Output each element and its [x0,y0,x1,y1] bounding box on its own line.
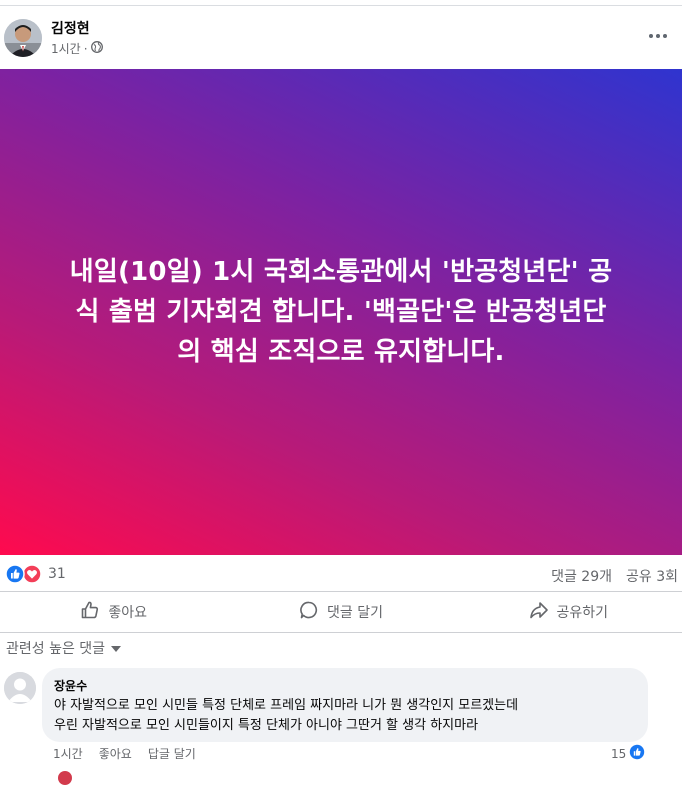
share-arrow-icon [529,600,549,624]
share-label: 공유하기 [556,605,609,621]
comment-reply-button[interactable]: 답글 달기 [148,745,196,762]
post-banner[interactable]: 내일(10일) 1시 국회소통관에서 '반공청년단' 공 식 출범 기자회견 합… [0,69,682,555]
author-name[interactable]: 김정현 [51,18,90,38]
comment-label: 댓글 달기 [327,605,383,621]
comment-sort-dropdown[interactable]: 관련성 높은 댓글 [6,638,122,658]
reaction-count[interactable]: 31 [48,566,66,582]
divider [0,591,682,592]
comment-like-count[interactable]: 15 [611,744,645,763]
comment-like-button[interactable]: 좋아요 [99,745,132,762]
comment-actions: 1시간 좋아요 답글 달기 [53,745,196,762]
post-time[interactable]: 1시간 [51,40,81,57]
author-avatar[interactable] [4,19,42,57]
banner-line: 식 출범 기자회견 합니다. '백골단'은 반공청년단 [75,297,607,327]
caret-down-icon [111,640,122,656]
share-button[interactable]: 공유하기 [455,594,682,630]
comment-text-line: 야 자발적으로 모인 시민들 특정 단체로 프레임 짜지마라 니가 뭔 생각인지… [54,698,519,713]
comment-bubble-icon [299,600,319,624]
meta-separator: · [83,41,88,56]
dot-icon [649,34,653,38]
reaction-icons[interactable] [5,564,45,584]
thumbs-up-icon [80,600,100,624]
comment-button[interactable]: 댓글 달기 [227,594,454,630]
post-header: 김정현 1시간 · [0,12,682,64]
top-divider [0,5,682,6]
comment-time[interactable]: 1시간 [53,745,83,762]
dot-icon [663,34,667,38]
love-reaction-icon [22,564,42,584]
globe-icon [90,41,103,56]
commenter-avatar[interactable] [4,672,36,704]
more-options-button[interactable] [646,26,670,46]
next-comment-avatar[interactable] [58,771,72,785]
shares-count[interactable]: 공유 3회 [626,566,678,586]
comment-bubble: 장윤수 야 자발적으로 모인 시민들 특정 단체로 프레임 짜지마라 니가 뭔 … [42,668,648,742]
banner-line: 내일(10일) 1시 국회소통관에서 '반공청년단' 공 [69,257,613,287]
like-reaction-icon [5,564,25,584]
divider [0,632,682,633]
like-button[interactable]: 좋아요 [0,594,227,630]
post-actions: 좋아요 댓글 달기 공유하기 [0,594,682,630]
comment-text-line: 우린 자발적으로 모인 시민들이지 특정 단체가 아니야 그딴거 할 생각 하지… [54,718,479,733]
commenter-name[interactable]: 장윤수 [54,677,87,694]
post-stats: 댓글 29개 공유 3회 [551,566,678,586]
like-reaction-icon [629,744,645,763]
reactions-bar: 31 댓글 29개 공유 3회 [0,558,682,590]
comments-count[interactable]: 댓글 29개 [551,566,612,586]
like-label: 좋아요 [108,605,147,621]
sort-label: 관련성 높은 댓글 [6,641,106,657]
banner-text: 내일(10일) 1시 국회소통관에서 '반공청년단' 공 식 출범 기자회견 합… [21,252,661,372]
post-meta: 1시간 · [51,40,103,57]
dot-icon [656,34,660,38]
comment-like-number: 15 [611,746,627,761]
banner-line: 의 핵심 조직으로 유지합니다. [177,337,505,367]
